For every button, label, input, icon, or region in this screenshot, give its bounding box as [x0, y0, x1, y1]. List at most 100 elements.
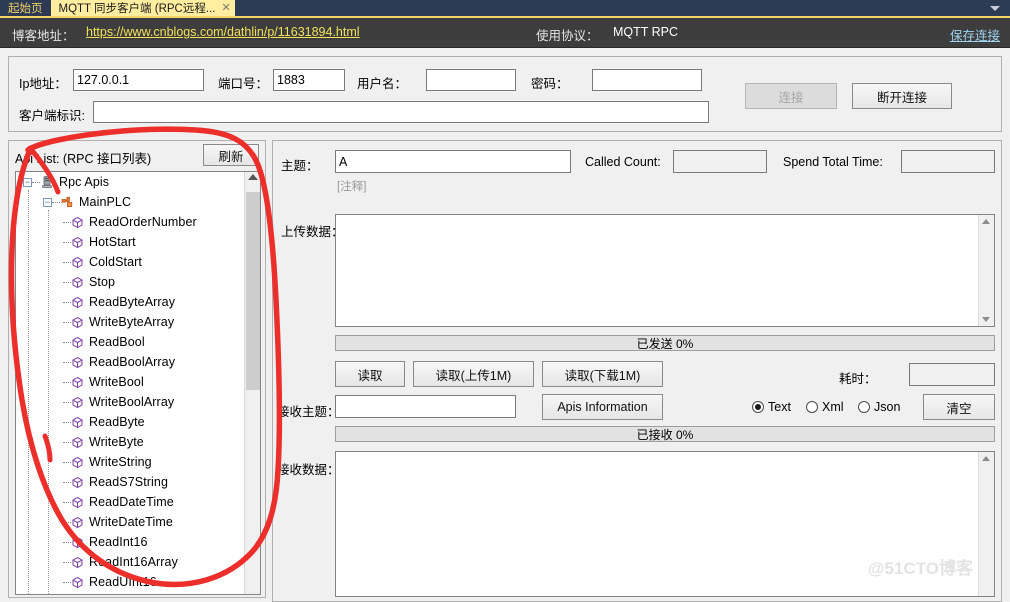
tree-node-label: WriteString — [89, 455, 152, 469]
client-id-input[interactable] — [93, 101, 709, 123]
called-count-label: Called Count: — [585, 155, 661, 169]
tree-node-method[interactable]: WriteDateTime — [16, 512, 244, 532]
cube-icon — [71, 416, 84, 429]
radio-dot — [755, 404, 761, 410]
tree-node-method[interactable]: ColdStart — [16, 252, 244, 272]
radio-json[interactable] — [858, 401, 870, 413]
tab-start-page[interactable]: 起始页 — [0, 0, 51, 16]
cube-icon — [71, 296, 84, 309]
tree-node-method[interactable]: ReadBool — [16, 332, 244, 352]
read-download-1m-button[interactable]: 读取(下载1M) — [542, 361, 663, 387]
scroll-up-icon[interactable] — [248, 174, 258, 180]
spend-total-time-value — [901, 150, 995, 173]
read-button[interactable]: 读取 — [335, 361, 405, 387]
puzzle-icon — [60, 195, 74, 209]
cube-icon — [71, 476, 84, 489]
api-tree[interactable]: − Rpc Apis − — [15, 171, 261, 595]
username-label: 用户名： — [357, 73, 407, 92]
tab-label: MQTT 同步客户端 (RPC远程... — [59, 0, 216, 16]
tree-node-method[interactable]: ReadBoolArray — [16, 352, 244, 372]
chevron-down-icon — [990, 6, 1000, 11]
tree-node-method[interactable]: ReadDateTime — [16, 492, 244, 512]
collapse-icon[interactable]: − — [43, 198, 52, 207]
tree-node-label: WriteByte — [89, 435, 144, 449]
port-label: 端口号： — [218, 73, 268, 92]
disconnect-button[interactable]: 断开连接 — [852, 83, 952, 109]
username-input[interactable] — [426, 69, 516, 91]
tree-node-method[interactable]: ReadInt16Array — [16, 552, 244, 572]
spend-total-time-label: Spend Total Time: — [783, 155, 883, 169]
upload-scrollbar[interactable] — [978, 215, 994, 326]
upload-data-textarea[interactable] — [335, 214, 995, 327]
scroll-up-icon[interactable] — [982, 219, 990, 224]
radio-text[interactable] — [752, 401, 764, 413]
tree-node-method[interactable]: WriteString — [16, 452, 244, 472]
tree-connector — [63, 402, 71, 403]
connect-button[interactable]: 连接 — [745, 83, 837, 109]
cube-icon — [71, 316, 84, 329]
tree-node-method[interactable]: ReadByte — [16, 412, 244, 432]
close-icon[interactable]: ✕ — [221, 3, 230, 14]
receive-topic-input[interactable] — [335, 395, 516, 418]
ip-address-input[interactable] — [73, 69, 204, 91]
refresh-button[interactable]: 刷新 — [203, 144, 259, 166]
elapsed-time-value — [909, 363, 995, 386]
scrollbar-thumb[interactable] — [246, 192, 260, 390]
tree-node-method[interactable]: WriteBool — [16, 372, 244, 392]
tree-connector — [52, 202, 60, 203]
tree-node-method[interactable]: ReadOrderNumber — [16, 212, 244, 232]
cube-icon — [71, 256, 84, 269]
scroll-down-icon[interactable] — [982, 317, 990, 322]
apis-information-button[interactable]: Apis Information — [542, 394, 663, 420]
connection-settings-group: Ip地址： 端口号： 用户名： 密码： 客户端标识: 连接 断开连接 — [8, 56, 1002, 132]
tab-mqtt-sync-client[interactable]: MQTT 同步客户端 (RPC远程... ✕ — [51, 0, 235, 16]
radio-xml[interactable] — [806, 401, 818, 413]
receive-topic-label: 接收主题： — [277, 401, 340, 420]
cube-icon — [71, 536, 84, 549]
read-upload-1m-button[interactable]: 读取(上传1M) — [413, 361, 534, 387]
topic-input[interactable] — [335, 150, 571, 173]
tree-connector — [63, 362, 71, 363]
tree-node-label: ReadBool — [89, 335, 145, 349]
tree-node-mainplc[interactable]: − MainPLC — [16, 192, 244, 212]
tree-node-method[interactable]: ReadUInt16Array — [16, 592, 244, 595]
cube-icon — [71, 336, 84, 349]
format-label-json: Json — [874, 400, 900, 414]
tree-node-method[interactable]: HotStart — [16, 232, 244, 252]
tree-node-method[interactable]: Stop — [16, 272, 244, 292]
tree-node-label: ReadByteArray — [89, 295, 175, 309]
tree-node-method[interactable]: WriteByteArray — [16, 312, 244, 332]
cube-icon — [71, 556, 84, 569]
tree-node-method[interactable]: WriteBoolArray — [16, 392, 244, 412]
scroll-up-icon[interactable] — [982, 456, 990, 461]
password-input[interactable] — [592, 69, 702, 91]
tree-node-method[interactable]: ReadUInt16 — [16, 572, 244, 592]
tree-node-rpc-apis[interactable]: − Rpc Apis — [16, 172, 244, 192]
receive-scrollbar[interactable] — [978, 452, 994, 596]
tab-overflow-button[interactable] — [984, 0, 1006, 16]
save-connection-link[interactable]: 保存连接 — [950, 25, 1000, 44]
tree-node-label: HotStart — [89, 235, 136, 249]
port-input[interactable] — [273, 69, 345, 91]
clear-button[interactable]: 清空 — [923, 394, 995, 420]
receive-data-textarea[interactable] — [335, 451, 995, 597]
tree-node-method[interactable]: ReadS7String — [16, 472, 244, 492]
api-tree-scrollbar[interactable] — [244, 172, 260, 594]
format-option-json[interactable]: Json — [858, 400, 900, 414]
client-id-label: 客户端标识: — [19, 105, 85, 124]
format-option-xml[interactable]: Xml — [806, 400, 844, 414]
tree-node-label: Rpc Apis — [59, 175, 109, 189]
tree-node-method[interactable]: WriteByte — [16, 432, 244, 452]
tree-node-method[interactable]: ReadByteArray — [16, 292, 244, 312]
format-option-text[interactable]: Text — [752, 400, 791, 414]
tree-node-method[interactable]: ReadInt16 — [16, 532, 244, 552]
blog-address-link[interactable]: https://www.cnblogs.com/dathlin/p/116318… — [86, 25, 360, 39]
tree-connector — [63, 382, 71, 383]
tree-node-label: ReadByte — [89, 415, 145, 429]
collapse-icon[interactable]: − — [23, 178, 32, 187]
api-tree-content: − Rpc Apis − — [16, 172, 244, 594]
tree-node-label: ReadInt16Array — [89, 555, 178, 569]
receive-data-label: 接收数据： — [277, 459, 340, 478]
tree-node-label: ReadUInt16 — [89, 575, 157, 589]
tree-connector — [63, 242, 71, 243]
